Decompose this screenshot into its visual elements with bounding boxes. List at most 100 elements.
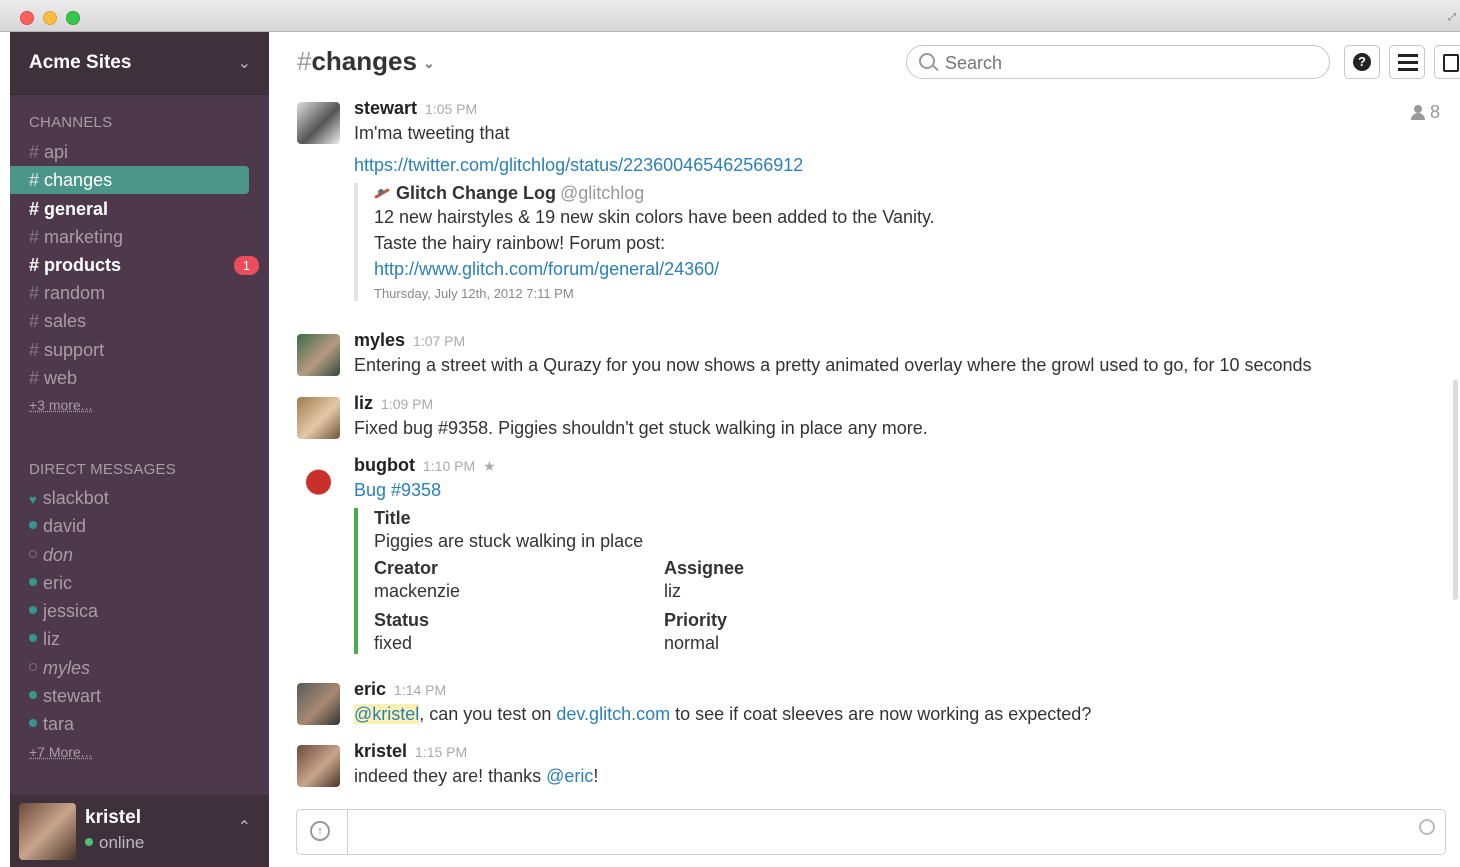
- dm-myles[interactable]: myles: [29, 654, 90, 682]
- user-mention[interactable]: @eric: [546, 766, 593, 786]
- message-link[interactable]: dev.glitch.com: [556, 704, 670, 724]
- avatar[interactable]: [297, 102, 340, 144]
- dm-stewart[interactable]: stewart: [29, 682, 101, 710]
- message-author[interactable]: eric: [354, 679, 386, 699]
- current-user-name: kristel: [85, 807, 141, 828]
- channel-header: #changes⌄ ?: [269, 32, 1460, 94]
- glitch-logo-icon: [374, 187, 390, 201]
- heart-icon: ♥: [29, 492, 37, 507]
- sidebar-item-general[interactable]: # general: [10, 195, 249, 223]
- chevron-down-icon: ⌄: [237, 55, 251, 72]
- message-scrollbar[interactable]: [1453, 380, 1458, 600]
- help-button[interactable]: ?: [1344, 45, 1380, 79]
- message-composer: ↑: [296, 809, 1446, 855]
- dm-don[interactable]: don: [29, 541, 73, 569]
- field-title-label: Title: [374, 508, 411, 528]
- more-channels-link[interactable]: +3 more...: [29, 397, 92, 413]
- presence-icon: [29, 719, 37, 728]
- sidebar-item-sales[interactable]: # sales: [10, 307, 249, 335]
- field-status-label: Status: [374, 610, 430, 630]
- list-icon: [1398, 54, 1418, 57]
- message-author[interactable]: stewart: [354, 98, 417, 118]
- dm-tara[interactable]: tara: [29, 710, 74, 738]
- message-text: Fixed bug #9358. Piggies shouldn't get s…: [354, 418, 928, 438]
- search-icon: [919, 53, 935, 69]
- star-icon[interactable]: ★: [483, 458, 496, 474]
- channel-title[interactable]: #changes ⌄: [297, 46, 435, 77]
- presence-icon: [29, 606, 37, 615]
- message-author[interactable]: kristel: [354, 741, 407, 761]
- close-window-button[interactable]: [20, 11, 34, 25]
- message-author[interactable]: bugbot: [354, 455, 415, 475]
- message-time[interactable]: 1:15 PM: [415, 744, 467, 760]
- presence-icon: [29, 521, 37, 530]
- sidebar-item-random[interactable]: # random: [10, 279, 249, 307]
- chevron-up-icon[interactable]: ⌃: [238, 817, 251, 837]
- sidebar-item-web[interactable]: # web: [10, 364, 249, 392]
- sidebar-item-marketing[interactable]: # marketing: [10, 223, 249, 251]
- tweet-link[interactable]: http://www.glitch.com/forum/general/2436…: [374, 259, 719, 279]
- presence-icon: [29, 578, 37, 587]
- sidebar-item-changes[interactable]: # changes: [10, 166, 249, 194]
- unread-badge: 1: [233, 256, 259, 275]
- fullscreen-icon[interactable]: ⤢: [1448, 12, 1456, 23]
- team-menu[interactable]: Acme Sites ⌄: [10, 32, 269, 95]
- sidebar-item-api[interactable]: # api: [10, 138, 249, 166]
- field-assignee-label: Assignee: [664, 558, 745, 578]
- message-input[interactable]: [355, 820, 1409, 846]
- message-time[interactable]: 1:09 PM: [381, 396, 433, 412]
- tweet-text: 12 new hairstyles & 19 new skin colors h…: [374, 207, 935, 253]
- window-titlebar: ⤢: [0, 0, 1460, 32]
- message-time[interactable]: 1:05 PM: [425, 101, 477, 117]
- bug-link[interactable]: Bug #9358: [354, 480, 441, 500]
- message-time[interactable]: 1:14 PM: [394, 682, 446, 698]
- message-text: @kristel, can you test on dev.glitch.com…: [354, 704, 1092, 724]
- current-user-panel[interactable]: kristel online ⌃: [10, 795, 269, 867]
- direct-messages-heading[interactable]: DIRECT MESSAGES: [29, 461, 176, 478]
- channel-list-button[interactable]: [1389, 45, 1425, 79]
- search-box[interactable]: [906, 45, 1330, 79]
- emoji-icon[interactable]: [1419, 819, 1435, 835]
- message-link[interactable]: https://twitter.com/glitchlog/status/223…: [354, 155, 803, 175]
- avatar[interactable]: [297, 397, 340, 439]
- user-mention[interactable]: @kristel: [354, 704, 420, 724]
- field-title-value: Piggies are stuck walking in place: [374, 531, 644, 551]
- tweet-header: Glitch Change Log @glitchlog: [374, 183, 1414, 204]
- tweet-date[interactable]: Thursday, July 12th, 2012 7:11 PM: [374, 286, 1414, 301]
- dm-david[interactable]: david: [29, 512, 86, 540]
- panel-icon: [1443, 54, 1459, 72]
- upload-button[interactable]: ↑: [297, 810, 348, 854]
- sidebar-item-products[interactable]: # products 1: [10, 251, 259, 279]
- message-author[interactable]: myles: [354, 330, 405, 350]
- field-creator-label: Creator: [374, 558, 439, 578]
- dm-slackbot[interactable]: ♥ slackbot: [29, 484, 109, 512]
- sidebar-item-support[interactable]: # support: [10, 336, 249, 364]
- more-dms-link[interactable]: +7 More...: [29, 744, 92, 760]
- avatar[interactable]: [297, 683, 340, 725]
- team-name: Acme Sites: [29, 52, 132, 73]
- sidebar: Acme Sites ⌄ CHANNELS # api # changes # …: [10, 32, 269, 867]
- dm-jessica[interactable]: jessica: [29, 597, 98, 625]
- avatar[interactable]: [19, 803, 76, 860]
- search-input[interactable]: [943, 50, 1317, 76]
- question-icon: ?: [1353, 53, 1371, 71]
- dm-liz[interactable]: liz: [29, 625, 60, 653]
- zoom-window-button[interactable]: [66, 11, 80, 25]
- member-count[interactable]: 8: [1410, 102, 1440, 123]
- message-time[interactable]: 1:10 PM: [423, 458, 475, 474]
- dm-eric[interactable]: eric: [29, 569, 72, 597]
- channels-heading[interactable]: CHANNELS: [29, 114, 112, 131]
- message-text: Entering a street with a Qurazy for you …: [354, 355, 1312, 375]
- message-time[interactable]: 1:07 PM: [413, 333, 465, 349]
- avatar[interactable]: [297, 745, 340, 787]
- message-text: indeed they are! thanks @eric!: [354, 766, 599, 786]
- message-author[interactable]: liz: [354, 393, 373, 413]
- field-priority-label: Priority: [664, 610, 728, 630]
- message-text: Im'ma tweeting that: [354, 123, 510, 143]
- field-creator-value: mackenzie: [374, 581, 461, 601]
- ladybug-avatar[interactable]: [297, 459, 340, 501]
- avatar[interactable]: [297, 334, 340, 376]
- toggle-panel-button[interactable]: [1434, 45, 1460, 79]
- presence-status: online: [85, 833, 144, 853]
- minimize-window-button[interactable]: [43, 11, 57, 25]
